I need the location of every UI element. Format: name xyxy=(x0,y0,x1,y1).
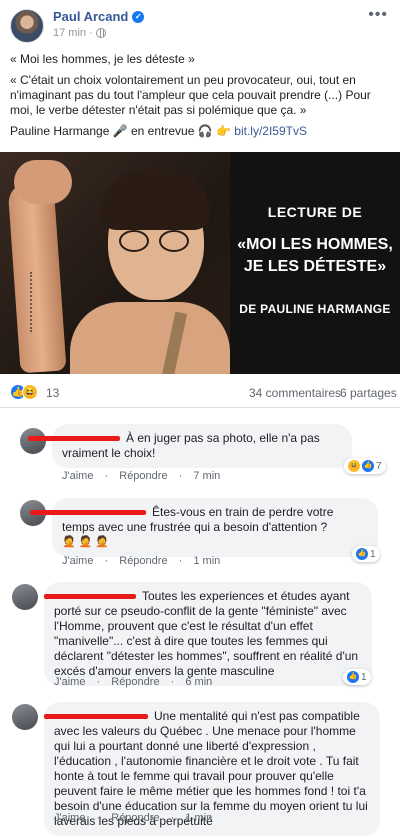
comment-reaction-count: 7 xyxy=(376,460,382,472)
comment-reaction-count: 1 xyxy=(370,548,376,560)
comment-reactions[interactable]: 👍 1 xyxy=(343,669,371,685)
commenter-avatar[interactable] xyxy=(12,704,38,730)
comment-text: Une mentalité qui n'est pas compatible a… xyxy=(54,709,368,828)
fist xyxy=(14,160,72,204)
separator: · xyxy=(170,812,175,824)
separator: · xyxy=(170,676,175,688)
title-card-line1: LECTURE DE xyxy=(267,204,363,220)
post-image[interactable]: LECTURE DE «MOI LES HOMMES, JE LES DÉTES… xyxy=(0,152,400,374)
comment-emojis: 🤦🤦🤦 xyxy=(62,536,113,548)
comment-actions: J'aime · Répondre · 6 min xyxy=(54,676,220,688)
comment-reply-link[interactable]: Répondre xyxy=(111,812,159,824)
comment: Une mentalité qui n'est pas compatible a… xyxy=(0,702,400,836)
separator: · xyxy=(96,812,101,824)
comment-bubble: À en juger pas sa photo, elle n'a pas vr… xyxy=(28,424,352,468)
redacted-name xyxy=(44,594,136,600)
more-options-icon[interactable]: ••• xyxy=(368,6,388,24)
portrait-photo xyxy=(0,152,230,374)
author-name-text[interactable]: Paul Arcand xyxy=(53,9,128,24)
comment-text: Toutes les experiences et études ayant p… xyxy=(54,589,359,678)
post-header: Paul Arcand ✓ 17 min · ••• xyxy=(0,0,400,48)
comment-time[interactable]: 7 min xyxy=(193,470,220,482)
haha-reaction-icon: 😆 xyxy=(348,460,360,472)
redacted-name xyxy=(44,714,148,720)
comment-reply-link[interactable]: Répondre xyxy=(119,470,167,482)
comment: À en juger pas sa photo, elle n'a pas vr… xyxy=(0,424,400,490)
comment-like-link[interactable]: J'aime xyxy=(54,812,85,824)
post-meta: 17 min · xyxy=(53,27,106,39)
post-credit: Pauline Harmange 🎤 en entrevue 🎧 👉 bit.l… xyxy=(10,124,390,139)
comment-time[interactable]: 6 min xyxy=(185,676,212,688)
title-card-quote-line1: «MOI LES HOMMES, xyxy=(237,236,393,253)
comment-actions: J'aime · Répondre · 1 min xyxy=(62,555,228,567)
post-text: « Moi les hommes, je les déteste » « C'é… xyxy=(10,52,390,145)
post-link[interactable]: bit.ly/2I59TvS xyxy=(234,124,307,138)
redacted-name xyxy=(28,436,120,442)
glasses-right-lens xyxy=(159,230,189,252)
glasses-left-lens xyxy=(119,230,149,252)
reaction-count[interactable]: 13 xyxy=(46,386,59,400)
like-reaction-icon: 👍 xyxy=(347,671,359,683)
post-quote-title: « Moi les hommes, je les déteste » xyxy=(10,52,195,66)
comment-reaction-count: 1 xyxy=(361,671,367,683)
post-time[interactable]: 17 min xyxy=(53,27,86,39)
post-credit-text: Pauline Harmange 🎤 en entrevue 🎧 👉 xyxy=(10,124,231,138)
redacted-name xyxy=(30,510,146,516)
like-reaction-icon: 👍 xyxy=(356,548,368,560)
comment-like-link[interactable]: J'aime xyxy=(62,555,93,567)
comment-time[interactable]: 1 min xyxy=(193,555,220,567)
author-name[interactable]: Paul Arcand ✓ xyxy=(53,9,145,24)
comment-reply-link[interactable]: Répondre xyxy=(111,676,159,688)
separator: · xyxy=(178,470,183,482)
comment-bubble: Êtes-vous en train de perdre votre temps… xyxy=(30,498,378,557)
hair xyxy=(100,170,210,230)
shares-count[interactable]: 6 partages xyxy=(340,386,397,400)
globe-icon xyxy=(95,28,106,38)
separator: · xyxy=(96,676,101,688)
comment-like-link[interactable]: J'aime xyxy=(62,470,93,482)
title-card-quote-line2: JE LES DÉTESTE» xyxy=(243,258,387,275)
comments-count[interactable]: 34 commentaires xyxy=(249,386,341,400)
comment-actions: J'aime · Répondre · 7 min xyxy=(62,470,228,482)
separator: · xyxy=(89,27,93,39)
verified-badge-icon: ✓ xyxy=(132,10,145,23)
arm-tattoo xyxy=(30,272,40,332)
shoulders xyxy=(70,302,230,374)
comment: Toutes les experiences et études ayant p… xyxy=(0,582,400,692)
comment-reactions[interactable]: 😆 👍 7 xyxy=(344,458,386,474)
separator: · xyxy=(104,555,109,567)
post-quote-body: « C'était un choix volontairement un peu… xyxy=(10,73,371,117)
like-reaction-icon: 👍 xyxy=(362,460,374,472)
separator: · xyxy=(178,555,183,567)
comment-time[interactable]: 1 min xyxy=(185,812,212,824)
title-card-author-line: DE PAULINE HARMANGE xyxy=(239,302,391,316)
commenter-avatar[interactable] xyxy=(12,584,38,610)
comment: Êtes-vous en train de perdre votre temps… xyxy=(0,498,400,574)
title-card: LECTURE DE «MOI LES HOMMES, JE LES DÉTES… xyxy=(230,152,400,374)
comment-actions: J'aime · Répondre · 1 min xyxy=(54,812,220,824)
haha-reaction-icon: 😆 xyxy=(22,384,38,400)
separator: · xyxy=(104,470,109,482)
comment-reactions[interactable]: 👍 1 xyxy=(352,546,380,562)
comment-like-link[interactable]: J'aime xyxy=(54,676,85,688)
post-stats: 👍 😆 13 34 commentaires 6 partages xyxy=(0,378,400,408)
reaction-icons[interactable]: 👍 😆 xyxy=(10,384,38,400)
comment-reply-link[interactable]: Répondre xyxy=(119,555,167,567)
author-avatar[interactable] xyxy=(10,9,44,43)
comment-bubble: Toutes les experiences et études ayant p… xyxy=(44,582,372,686)
